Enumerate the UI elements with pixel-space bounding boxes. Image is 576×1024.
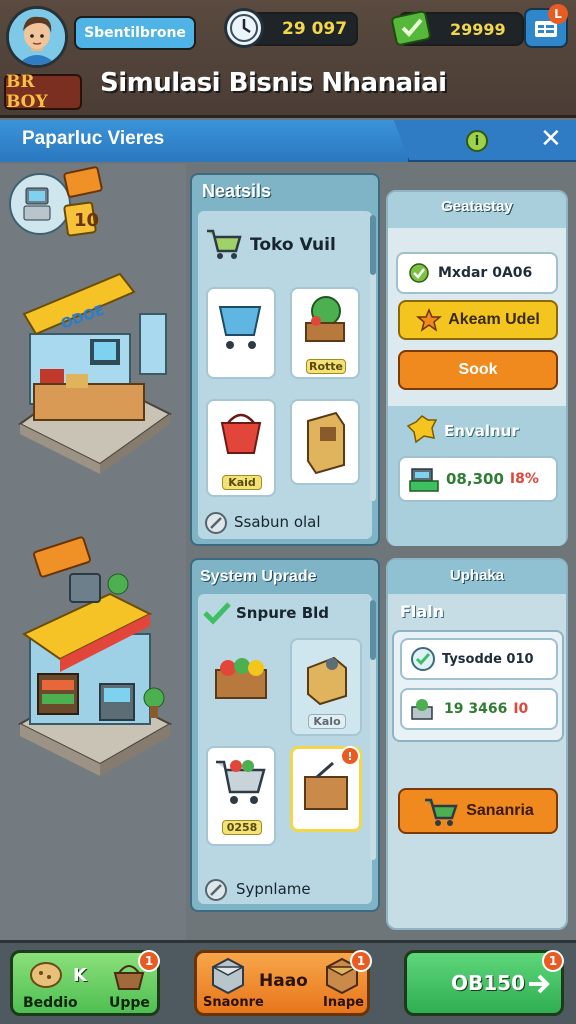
- world-view: 10 ODOE: [0, 164, 186, 940]
- plan-row-1-label: Tysodde 010: [442, 651, 534, 667]
- plan-row-2-value: 19 3466: [444, 701, 508, 717]
- game-title: Simulasi Bisnis Nhanaiai: [100, 68, 447, 98]
- appliance-icon: [307, 656, 347, 706]
- produce-crate-icon: [215, 658, 267, 699]
- menu-badge: L: [548, 4, 568, 24]
- sub-header-title: Paparluc Vieres: [22, 128, 165, 149]
- arrow-right-icon: [529, 974, 550, 994]
- plan-action-label: Sananria: [466, 802, 534, 819]
- gateway-section-label: Envalnur: [444, 422, 519, 440]
- system-upgrade-panel: System Uprade Snpure Bld Kalo 0258 ! Syp…: [190, 558, 380, 912]
- item-card-machine[interactable]: [290, 399, 360, 485]
- bottom-left-badge: 1: [138, 950, 160, 972]
- kiosk-sign: 10: [74, 210, 99, 231]
- item-card-plant[interactable]: Rotte: [290, 287, 360, 379]
- check-icon: [409, 263, 429, 283]
- upgrades-panel: Neatsils Toko Vuil Rotte Kaid Ssabun ola…: [190, 173, 380, 546]
- computer-kiosk-icon[interactable]: 10: [9, 166, 103, 237]
- cart-plant-icon: [411, 699, 433, 720]
- clock-icon: [224, 8, 264, 48]
- bottom-right-value: OB150: [451, 971, 525, 995]
- green-check-icon: [203, 602, 231, 625]
- item-tag: Kalo: [308, 714, 346, 729]
- coin-stack-icon: [406, 415, 438, 444]
- check-circle-icon: [411, 647, 435, 671]
- item-badge: !: [340, 746, 360, 766]
- item-card-cart-2[interactable]: 0258: [206, 746, 276, 846]
- plan-panel: Uphaka Flaln Tysodde 010 19 3466 I0 Sana…: [386, 558, 568, 930]
- system-panel-subtitle: Snpure Bld: [236, 604, 330, 622]
- close-button[interactable]: ✕: [540, 124, 562, 154]
- gateway-panel: Geatastay Mxdar 0A06 Akeam Udel Sook Env…: [386, 190, 568, 546]
- store-label: Toko Vuil: [250, 235, 336, 255]
- upgrades-scrollbar[interactable]: [370, 215, 376, 501]
- bottom-middle-title: Haao: [259, 971, 308, 991]
- red-basket-icon: [220, 413, 262, 454]
- bottom-left-label-2: Uppe: [109, 995, 150, 1011]
- plan-row-1[interactable]: Tysodde 010: [400, 638, 558, 680]
- cash-register-icon: [409, 468, 439, 492]
- upgrades-panel-title: Neatsils: [202, 181, 272, 201]
- gateway-row-label: Mxdar 0A06: [438, 265, 533, 281]
- yellow-action-button[interactable]: Akeam Udel: [398, 300, 558, 340]
- star-burst-icon: [416, 308, 443, 332]
- yellow-action-label: Akeam Udel: [448, 311, 540, 328]
- settings-wrench-icon: [205, 879, 227, 901]
- system-scrollbar[interactable]: [370, 600, 376, 860]
- avatar-face-icon: [9, 9, 65, 65]
- storage-box-icon: [212, 957, 244, 995]
- player-avatar[interactable]: [6, 6, 68, 68]
- system-panel-title: System Uprade: [200, 568, 317, 585]
- plan-panel-title: Uphaka: [449, 567, 505, 584]
- plant-crate-icon: [305, 296, 345, 342]
- blue-cart-icon: [218, 306, 262, 349]
- bottom-middle-label-2: Inape: [323, 995, 364, 1010]
- item-tag: 0258: [222, 820, 262, 835]
- shopping-cart-icon: [207, 229, 242, 259]
- gateway-row[interactable]: Mxdar 0A06: [396, 252, 558, 294]
- shop-building-1[interactable]: ODOE: [18, 272, 172, 474]
- plan-row-2-suffix: I0: [513, 701, 529, 717]
- plan-row-2[interactable]: 19 3466 I0: [400, 688, 558, 730]
- plan-panel-subtitle: Flaln: [400, 602, 445, 621]
- item-card-machine-2[interactable]: Kalo: [290, 638, 362, 736]
- wrench-icon: [205, 512, 227, 534]
- gateway-panel-title: Geatastay: [441, 198, 513, 215]
- bottom-left-key: K: [73, 965, 87, 986]
- item-card-cart[interactable]: [206, 287, 276, 379]
- bread-icon: [30, 962, 62, 988]
- grocery-cart-icon: [216, 760, 266, 804]
- cart-icon: [425, 798, 458, 826]
- bottom-right-button[interactable]: OB150: [404, 950, 564, 1016]
- info-button[interactable]: i: [466, 130, 488, 152]
- shop-building-2[interactable]: [17, 536, 173, 776]
- item-card-basket[interactable]: Kaid: [206, 399, 276, 497]
- bottom-right-badge: 1: [542, 950, 564, 972]
- gateway-value-suffix: I8%: [509, 471, 539, 487]
- bottom-middle-button[interactable]: Haao Snaonre Inape: [194, 950, 370, 1016]
- item-tag: Kaid: [222, 475, 262, 490]
- item-tag: Rotte: [306, 359, 346, 374]
- cash-icon: [390, 6, 434, 50]
- gateway-value-row[interactable]: 08,300 I8%: [398, 456, 558, 502]
- system-panel-footer[interactable]: Sypnlame: [236, 880, 311, 898]
- plan-action-button[interactable]: Sananria: [398, 788, 558, 834]
- bottom-middle-badge: 1: [350, 950, 372, 972]
- bottom-left-label-1: Beddio: [23, 995, 78, 1011]
- bottom-middle-label-1: Snaonre: [203, 995, 264, 1010]
- gateway-value: 08,300: [446, 470, 504, 488]
- vending-machine-icon: [307, 411, 345, 475]
- player-badge: BR BOY: [4, 72, 82, 112]
- player-name[interactable]: Sbentilbrone: [74, 16, 196, 50]
- item-card-produce[interactable]: [206, 644, 276, 718]
- orange-action-button[interactable]: Sook: [398, 350, 558, 390]
- upgrades-footer[interactable]: Ssabun olal: [234, 513, 321, 531]
